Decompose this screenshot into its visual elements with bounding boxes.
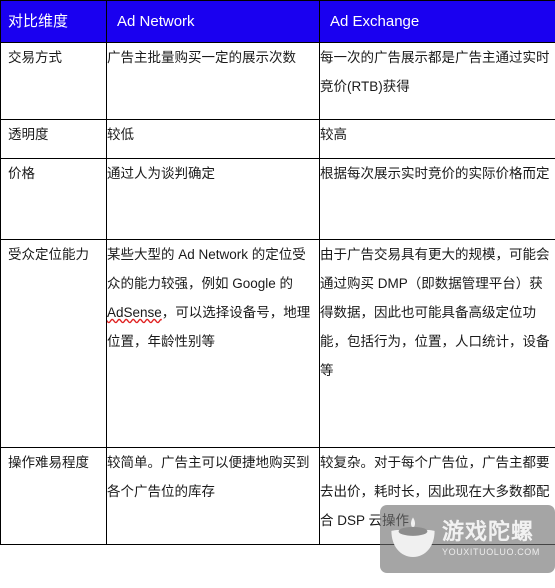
cell-operation-difficulty-ad-exchange: 较复杂。对于每个广告位，广告主都要去出价，耗时长，因此现在大多数都配合 DSP … (319, 447, 555, 545)
row-label-operation-difficulty: 操作难易程度 (0, 447, 107, 545)
row-label-trade-method: 交易方式 (0, 42, 107, 120)
table-row: 透明度 较低 较高 (0, 119, 555, 159)
cell-audience-targeting-ad-network: 某些大型的 Ad Network 的定位受众的能力较强，例如 Google 的 … (106, 239, 320, 448)
row-label-transparency: 透明度 (0, 119, 107, 159)
cell-transparency-ad-exchange: 较高 (319, 119, 555, 159)
table-row: 操作难易程度 较简单。广告主可以便捷地购买到各个广告位的库存 较复杂。对于每个广… (0, 447, 555, 545)
watermark-brand-en: YOUXITUOLUO.COM (442, 547, 541, 557)
cell-transparency-ad-network: 较低 (106, 119, 320, 159)
cell-price-ad-exchange: 根据每次展示实时竞价的实际价格而定 (319, 158, 555, 240)
table-header: 对比维度 Ad Network Ad Exchange (0, 0, 555, 43)
table-row: 受众定位能力 某些大型的 Ad Network 的定位受众的能力较强，例如 Go… (0, 239, 555, 448)
misspelled-word: AdSense (107, 305, 162, 320)
cell-trade-method-ad-network: 广告主批量购买一定的展示次数 (106, 42, 320, 120)
table-body: 交易方式 广告主批量购买一定的展示次数 每一次的广告展示都是广告主通过实时竞价(… (0, 42, 555, 545)
column-header-dimension: 对比维度 (0, 0, 107, 43)
cell-price-ad-network: 通过人为谈判确定 (106, 158, 320, 240)
cell-audience-targeting-ad-exchange: 由于广告交易具有更大的规模，可能会通过购买 DMP（即数据管理平台）获得数据，因… (319, 239, 555, 448)
table-row: 价格 通过人为谈判确定 根据每次展示实时竞价的实际价格而定 (0, 158, 555, 240)
column-header-ad-exchange: Ad Exchange (319, 0, 555, 43)
table-row: 交易方式 广告主批量购买一定的展示次数 每一次的广告展示都是广告主通过实时竞价(… (0, 42, 555, 120)
comparison-table: 对比维度 Ad Network Ad Exchange 交易方式 广告主批量购买… (0, 0, 555, 545)
column-header-ad-network: Ad Network (106, 0, 320, 43)
cell-operation-difficulty-ad-network: 较简单。广告主可以便捷地购买到各个广告位的库存 (106, 447, 320, 545)
cell-trade-method-ad-exchange: 每一次的广告展示都是广告主通过实时竞价(RTB)获得 (319, 42, 555, 120)
row-label-price: 价格 (0, 158, 107, 240)
row-label-audience-targeting: 受众定位能力 (0, 239, 107, 448)
header-row: 对比维度 Ad Network Ad Exchange (0, 0, 555, 43)
